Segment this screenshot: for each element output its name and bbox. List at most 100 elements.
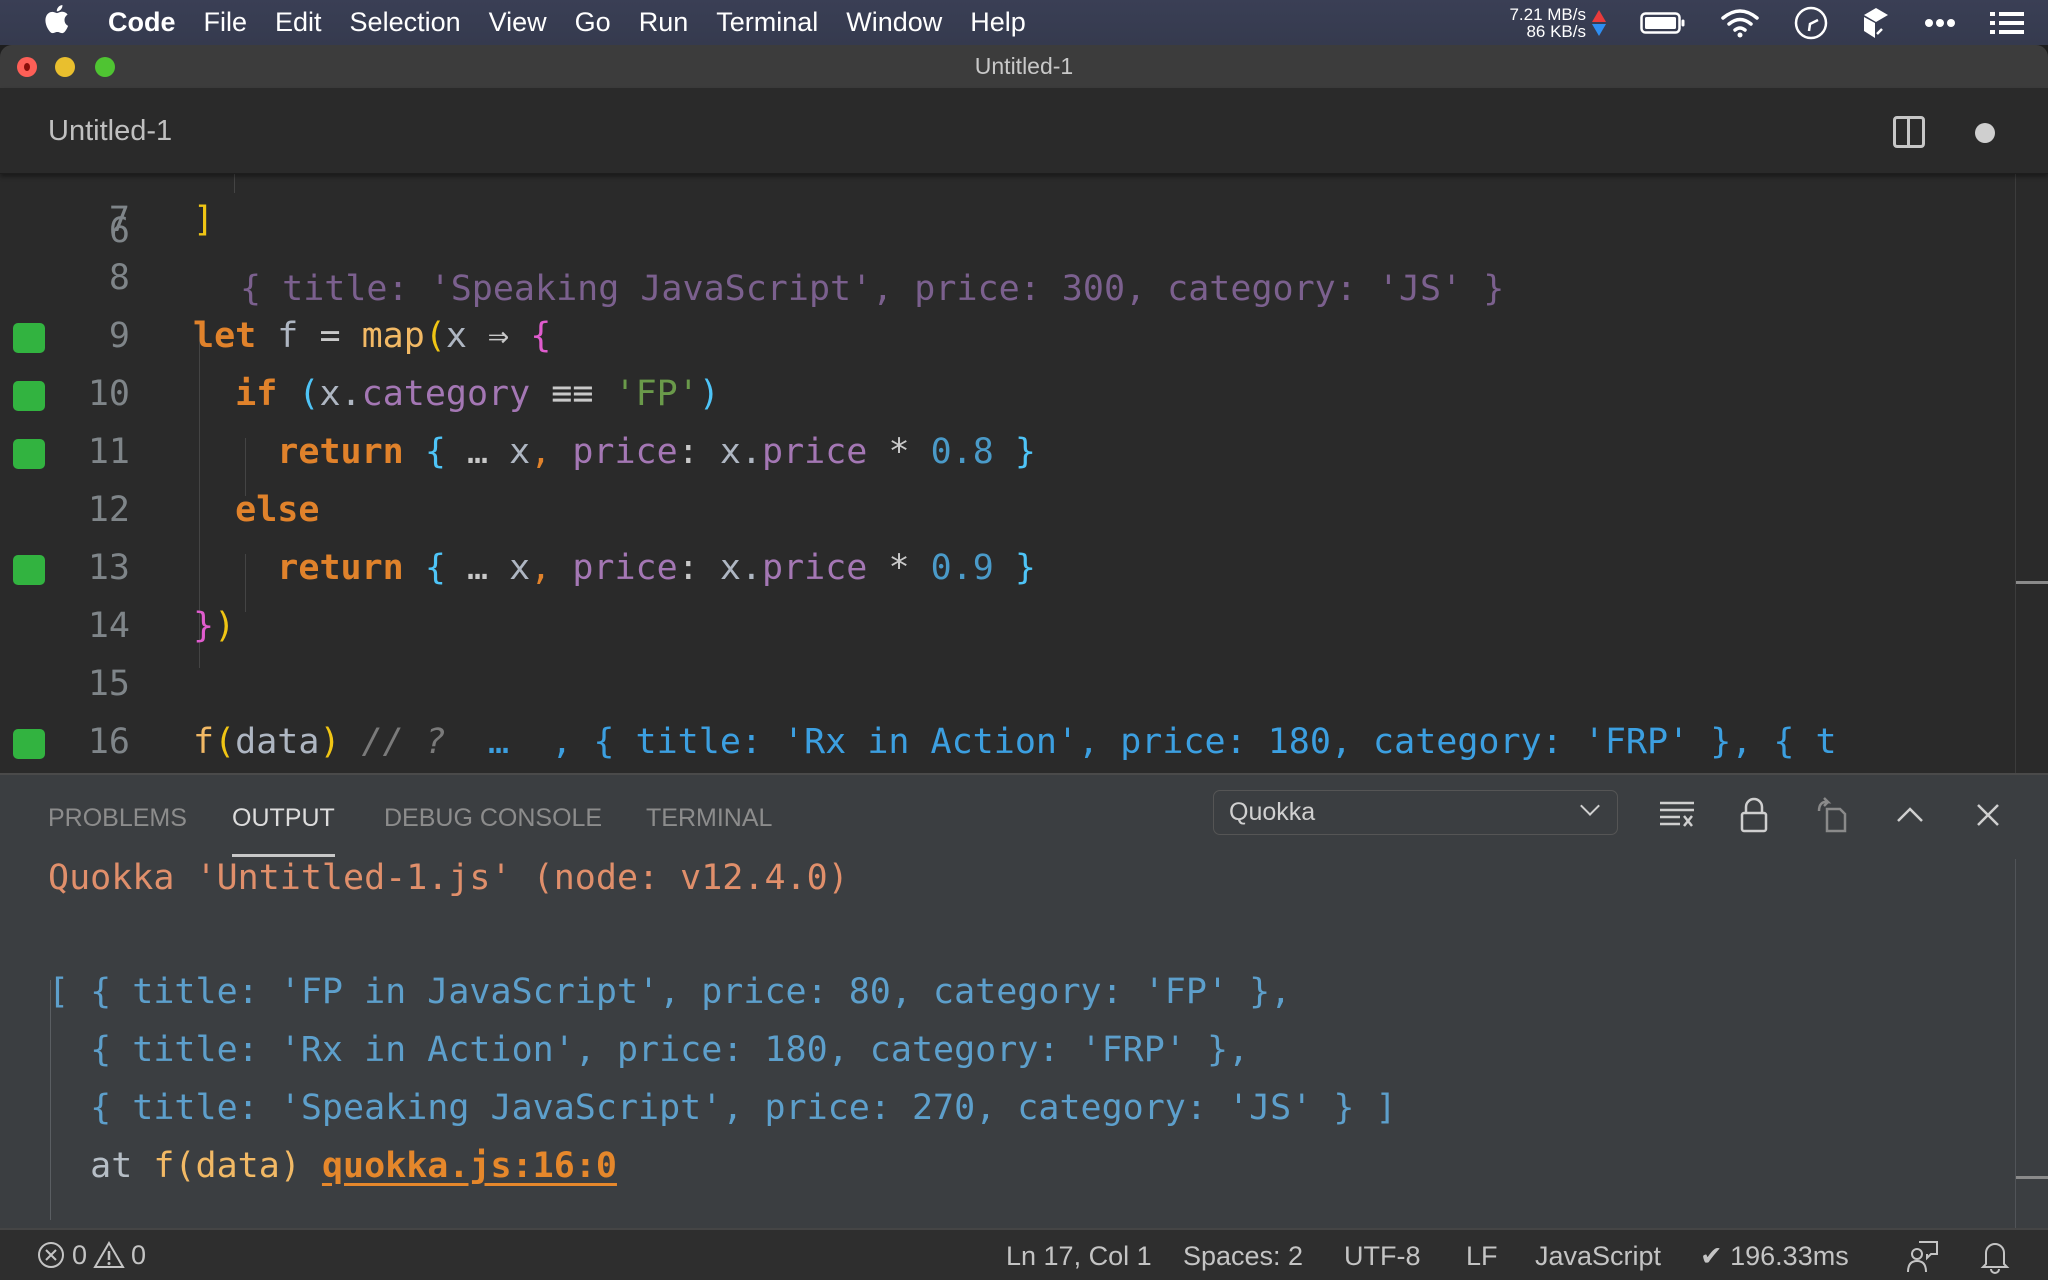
apple-logo-icon[interactable] [26, 4, 86, 42]
network-speed-indicator[interactable]: 7.21 MB/s 86 KB/s [1509, 6, 1606, 40]
code-line: 15 [0, 655, 2048, 713]
menu-view[interactable]: View [489, 7, 547, 38]
upload-arrow-icon [1592, 9, 1606, 22]
maximize-panel-icon[interactable] [1892, 797, 1932, 833]
control-list-icon[interactable] [1990, 11, 2024, 35]
line-number: 12 [87, 490, 130, 530]
cursor-position-status[interactable]: Ln 17, Col 1 [1006, 1230, 1152, 1280]
split-editor-icon[interactable] [1893, 116, 1925, 148]
editor-scrollbar[interactable] [2015, 173, 2016, 773]
clock-icon[interactable] [1794, 6, 1828, 40]
code-text: else [193, 481, 319, 539]
code-text: f(data) // ? … , { title: 'Rx in Action'… [193, 713, 1837, 771]
panel-tab-debug-console[interactable]: DEBUG CONSOLE [384, 775, 602, 855]
feedback-icon[interactable] [1905, 1238, 1939, 1280]
unsaved-dot-icon[interactable] [1975, 123, 1995, 143]
code-token: = [319, 316, 341, 356]
app-cube-icon[interactable] [1862, 7, 1890, 39]
line-number: 8 [108, 258, 130, 298]
code-token: 0.8 [930, 432, 994, 472]
status-bar: 0 0 Ln 17, Col 1 Spaces: 2 UTF-8 LF Java… [0, 1228, 2048, 1280]
code-text: if (x.category ≡≡ 'FP') [193, 365, 720, 423]
code-token: x. [719, 432, 763, 472]
tab-untitled-1[interactable]: Untitled-1 [48, 88, 172, 174]
indent-guide [234, 173, 235, 193]
panel-tab-terminal[interactable]: TERMINAL [646, 775, 772, 855]
code-token: * [867, 432, 931, 472]
output-header: Quokka 'Untitled-1.js' (node: v12.4.0) [48, 858, 849, 898]
code-text: ] [193, 191, 214, 249]
open-in-editor-icon[interactable] [1814, 797, 1854, 833]
code-token: … [445, 432, 510, 472]
code-token: if [235, 374, 278, 414]
menu-edit[interactable]: Edit [275, 7, 322, 38]
menu-selection[interactable]: Selection [350, 7, 461, 38]
panel-tab-output[interactable]: OUTPUT [232, 775, 335, 857]
code-token: } [1014, 548, 1036, 588]
bottom-panel: PROBLEMS OUTPUT DEBUG CONSOLE TERMINAL Q… [0, 773, 2048, 1229]
lock-scroll-icon[interactable] [1736, 797, 1776, 833]
menu-terminal[interactable]: Terminal [716, 7, 818, 38]
eol-status[interactable]: LF [1466, 1230, 1498, 1280]
code-token: : [677, 548, 720, 588]
encoding-status[interactable]: UTF-8 [1344, 1230, 1421, 1280]
clear-output-icon[interactable] [1658, 797, 1698, 833]
line-number: 9 [108, 316, 130, 356]
menu-window[interactable]: Window [846, 7, 942, 38]
code-line: 12 else [0, 481, 2048, 539]
code-token: price [572, 548, 678, 588]
menu-file[interactable]: File [204, 7, 248, 38]
output-at-function: f(data) [153, 1146, 301, 1186]
wifi-icon[interactable] [1720, 8, 1760, 38]
code-text: let f = map(x ⇒ { [193, 307, 551, 365]
warning-count: 0 [131, 1240, 147, 1270]
code-token: ( [298, 374, 320, 414]
code-token: f [193, 722, 215, 762]
code-token: ) [214, 606, 236, 646]
language-mode-status[interactable]: JavaScript [1535, 1230, 1661, 1280]
code-token: x. [719, 548, 763, 588]
quokka-timing-status[interactable]: ✔ 196.33ms [1700, 1230, 1849, 1280]
panel-tab-problems[interactable]: PROBLEMS [48, 775, 187, 855]
error-count: 0 [72, 1240, 88, 1270]
code-token: , [530, 432, 552, 472]
coverage-marker-icon [13, 555, 45, 585]
menu-run[interactable]: Run [639, 7, 689, 38]
output-scrollbar[interactable] [2015, 859, 2016, 1229]
menu-help[interactable]: Help [970, 7, 1026, 38]
code-token: ( [424, 316, 446, 356]
indentation-status[interactable]: Spaces: 2 [1183, 1230, 1303, 1280]
output-channel-select[interactable]: Quokka [1213, 790, 1618, 835]
line-number: 15 [87, 664, 130, 704]
code-text: return { … x, price: x.price * 0.8 } [193, 423, 1036, 481]
code-token: , [530, 548, 552, 588]
code-editor[interactable]: 6 { title: 'Speaking JavaScript', price:… [0, 173, 2048, 773]
code-token: ) [319, 722, 341, 762]
coverage-marker-icon [13, 381, 45, 411]
code-text: return { … x, price: x.price * 0.9 } [193, 539, 1036, 597]
menu-go[interactable]: Go [575, 7, 611, 38]
source-location-link[interactable]: quokka.js:16:0 [322, 1146, 617, 1186]
output-view[interactable]: Quokka 'Untitled-1.js' (node: v12.4.0) [… [0, 855, 2048, 1225]
line-number: 11 [87, 432, 130, 472]
battery-icon[interactable] [1640, 11, 1686, 35]
line-number: 14 [87, 606, 130, 646]
output-location-line: at f(data) quokka.js:16:0 [48, 1137, 617, 1195]
notifications-bell-icon[interactable] [1980, 1238, 2010, 1280]
menu-app-code[interactable]: Code [108, 7, 176, 38]
code-token: ] [193, 200, 215, 240]
code-token: 0.9 [930, 548, 994, 588]
close-panel-icon[interactable] [1970, 797, 2010, 833]
problems-status[interactable]: 0 0 [36, 1230, 146, 1280]
line-number: 10 [87, 374, 130, 414]
more-icon[interactable] [1924, 18, 1956, 28]
download-rate: 86 KB/s [1526, 21, 1586, 41]
code-token: category [361, 374, 531, 414]
code-token: { [424, 432, 446, 472]
